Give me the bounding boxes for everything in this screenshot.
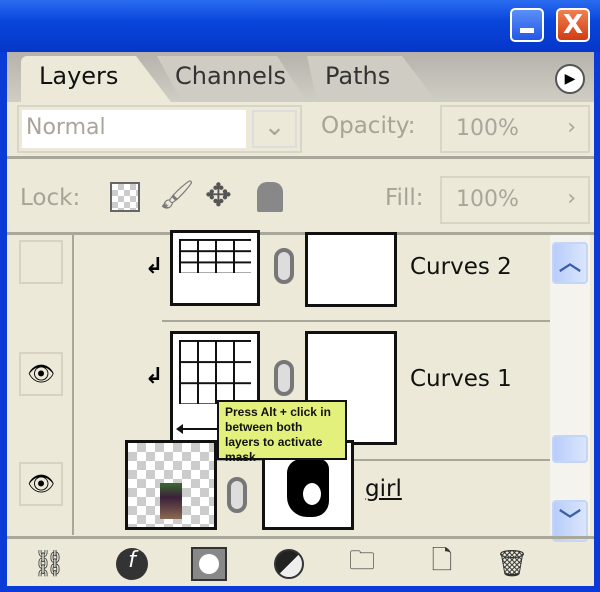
layer-divider xyxy=(162,320,550,322)
divider xyxy=(7,232,594,235)
fill-value: 100% xyxy=(456,187,519,212)
lock-transparent-icon[interactable] xyxy=(110,182,140,212)
eye-icon[interactable]: 👁 xyxy=(19,462,63,506)
mask-shape xyxy=(287,459,329,517)
annotation-tooltip: Press Alt + click in between both layers… xyxy=(217,400,347,464)
opacity-field[interactable]: 100% › xyxy=(440,105,590,153)
title-bar: X xyxy=(0,0,600,52)
fill-field[interactable]: 100% › xyxy=(440,176,590,224)
tab-paths[interactable]: Paths xyxy=(307,56,437,102)
tab-channels[interactable]: Channels xyxy=(157,56,307,102)
close-button[interactable]: X xyxy=(556,8,590,42)
blend-mode-value: Normal xyxy=(22,110,246,148)
eye-icon[interactable]: 👁 xyxy=(19,352,63,396)
layer-name[interactable]: girl xyxy=(365,476,402,502)
visibility-toggle-empty[interactable] xyxy=(19,240,63,284)
scrollbar-thumb[interactable] xyxy=(552,435,588,463)
arrowhead-icon xyxy=(176,424,183,434)
panel-tabs: Paths Channels Layers ▶ xyxy=(7,52,594,102)
girl-image xyxy=(160,483,182,519)
delete-layer-trash-icon[interactable]: 🗑 xyxy=(492,546,532,582)
clipping-arrow-icon: ↲ xyxy=(145,364,164,389)
layer-mask-thumbnail[interactable] xyxy=(305,232,397,307)
opacity-slider-arrow-icon[interactable]: › xyxy=(567,115,576,140)
link-chain-icon[interactable] xyxy=(274,360,294,396)
new-group-folder-icon[interactable]: 🗀 xyxy=(342,546,382,582)
minimize-button[interactable] xyxy=(510,8,544,42)
opacity-value: 100% xyxy=(456,116,519,141)
lock-label: Lock: xyxy=(20,185,81,211)
layer-name[interactable]: Curves 2 xyxy=(410,254,512,280)
scroll-up-button[interactable]: ︿ xyxy=(552,242,588,284)
adjustment-layer-icon[interactable] xyxy=(269,546,309,582)
layer-style-fx-icon[interactable]: f xyxy=(112,546,152,582)
lock-move-icon[interactable]: ✥ xyxy=(205,176,232,214)
chevron-down-icon[interactable]: ⌄ xyxy=(252,110,297,148)
lock-paint-icon[interactable]: 🖌 xyxy=(159,178,195,211)
layers-panel: Paths Channels Layers ▶ Normal ⌄ Opacity… xyxy=(7,52,594,586)
layer-name[interactable]: Curves 1 xyxy=(410,366,512,392)
curves-adjustment-thumbnail[interactable] xyxy=(170,230,260,306)
blend-mode-select[interactable]: Normal ⌄ xyxy=(17,105,302,153)
visibility-column-divider xyxy=(72,235,74,535)
tooltip-arrow xyxy=(179,428,219,430)
link-layers-icon[interactable]: ⛓ xyxy=(29,546,69,582)
link-chain-icon[interactable] xyxy=(274,248,294,284)
clipping-arrow-icon: ↲ xyxy=(145,254,164,279)
tab-layers[interactable]: Layers xyxy=(21,56,171,102)
panel-menu-icon[interactable]: ▶ xyxy=(555,64,585,94)
fill-label: Fill: xyxy=(385,185,424,211)
divider xyxy=(7,536,594,539)
lock-all-icon[interactable] xyxy=(257,182,283,212)
add-mask-icon[interactable] xyxy=(189,546,229,582)
opacity-label: Opacity: xyxy=(321,113,416,139)
divider xyxy=(7,156,594,159)
new-layer-icon[interactable]: 🗋 xyxy=(422,546,462,582)
layer-thumbnail[interactable] xyxy=(125,440,217,530)
link-chain-icon[interactable] xyxy=(227,477,247,513)
fill-slider-arrow-icon[interactable]: › xyxy=(567,186,576,211)
